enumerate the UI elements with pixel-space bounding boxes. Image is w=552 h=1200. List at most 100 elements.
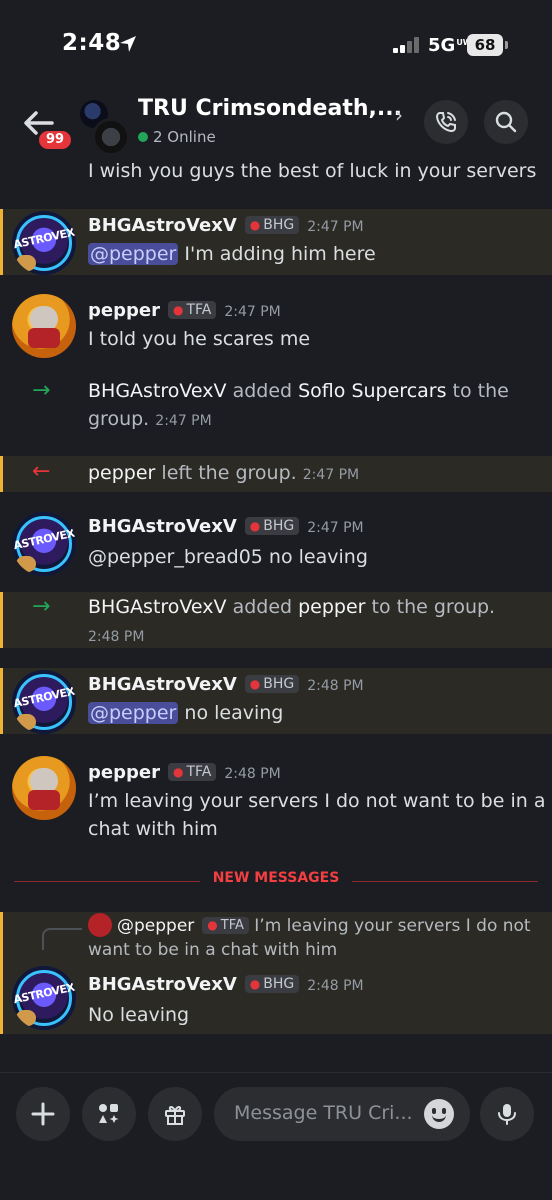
message-text: @pepper no leaving: [88, 702, 284, 724]
group-avatar-secondary: [92, 118, 130, 156]
channel-title[interactable]: TRU Crimsondeath,...: [138, 96, 402, 121]
system-text: BHGAstroVexV added pepper to the group.: [88, 596, 496, 618]
message-row[interactable]: ASTROVEX BHGAstroVexV ● BHG 2:48 PM @pepper…: [0, 668, 552, 734]
apps-icon: [99, 1104, 119, 1123]
network-indicator: 5GUW: [428, 35, 472, 56]
message-timestamp: 2:47 PM: [302, 467, 360, 483]
join-arrow-icon: →: [32, 594, 51, 619]
user-avatar[interactable]: ASTROVEX: [12, 512, 76, 576]
user-avatar[interactable]: ASTROVEX: [12, 670, 76, 734]
message-timestamp: 2:48 PM: [307, 678, 364, 694]
message-timestamp: 2:48 PM: [88, 629, 145, 645]
message-input[interactable]: Message TRU Cri...: [214, 1087, 470, 1141]
battery-indicator: 68: [467, 34, 503, 56]
clan-tag: ● TFA: [202, 917, 249, 934]
status-time: 2:48: [62, 30, 122, 56]
message-author: BHGAstroVexV ● BHG 2:48 PM: [88, 974, 364, 995]
reply-message-row[interactable]: @pepper ● TFA I’m leaving your servers I d…: [0, 912, 552, 1034]
user-avatar[interactable]: ASTROVEX: [12, 966, 76, 1030]
apps-button[interactable]: [82, 1087, 136, 1141]
message-timestamp: 2:47 PM: [224, 304, 281, 320]
online-dot-icon: [138, 132, 148, 142]
message-timestamp: 2:47 PM: [307, 219, 364, 235]
clan-tag: ● BHG: [244, 517, 300, 535]
user-avatar[interactable]: [12, 756, 76, 820]
message-continuation[interactable]: I wish you guys the best of luck in your…: [0, 152, 552, 192]
message-row[interactable]: ASTROVEX BHGAstroVexV ● BHG 2:47 PM @pepper…: [0, 510, 552, 580]
message-row[interactable]: pepper ● TFA 2:47 PM I told you he scares m…: [0, 292, 552, 362]
message-author: BHGAstroVexV ● BHG 2:48 PM: [88, 674, 364, 695]
clan-tag: ● BHG: [244, 216, 300, 234]
bull-icon: ●: [249, 519, 261, 533]
clan-tag: ● TFA: [167, 763, 217, 781]
clan-tag: ● TFA: [167, 301, 217, 319]
message-timestamp: 2:48 PM: [307, 978, 364, 994]
microphone-icon: [498, 1104, 516, 1125]
flame-icon: ●: [207, 918, 218, 932]
system-message-join[interactable]: → BHGAstroVexV added pepper to the group…: [0, 592, 552, 648]
reply-preview-line2: want to be in a chat with him: [88, 940, 338, 960]
leave-arrow-icon: ←: [32, 459, 51, 484]
bull-icon: ●: [249, 977, 261, 991]
join-arrow-icon: →: [32, 378, 51, 403]
message-row[interactable]: pepper ● TFA 2:48 PM I’m leaving your serve…: [0, 754, 552, 854]
battery-tip-icon: [505, 41, 508, 49]
system-text: BHGAstroVexV added Soflo Supercars to th…: [88, 380, 509, 402]
message-input-placeholder: Message TRU Cri...: [234, 1102, 413, 1124]
reply-avatar: [88, 913, 112, 937]
message-text: I wish you guys the best of luck in your…: [88, 160, 537, 182]
message-author: BHGAstroVexV ● BHG 2:47 PM: [88, 215, 364, 236]
system-text-line2: group. 2:47 PM: [88, 408, 212, 430]
call-button[interactable]: [424, 100, 468, 144]
message-text: No leaving: [88, 1004, 190, 1026]
message-text: @pepper I'm adding him here: [88, 243, 376, 265]
gift-button[interactable]: [148, 1087, 202, 1141]
message-text: @pepper_bread05 no leaving: [88, 546, 368, 568]
new-messages-divider: NEW MESSAGES: [14, 870, 538, 892]
bull-icon: ●: [249, 677, 261, 691]
user-avatar[interactable]: [12, 294, 76, 358]
channel-header: 99 TRU Crimsondeath,... › 2 Online: [0, 90, 552, 160]
flame-icon: ●: [172, 765, 184, 779]
message-text-line2: chat with him: [88, 818, 218, 840]
phone-call-icon: [435, 112, 456, 133]
message-timestamp: 2:47 PM: [307, 520, 364, 536]
message-author: BHGAstroVexV ● BHG 2:47 PM: [88, 516, 364, 537]
composer-bar: Message TRU Cri...: [0, 1072, 552, 1200]
message-row[interactable]: ASTROVEX BHGAstroVexV ● BHG 2:47 PM @pepper…: [0, 209, 552, 275]
cellular-signal-icon: [393, 37, 419, 53]
system-message-leave[interactable]: ← pepper left the group. 2:47 PM: [0, 456, 552, 492]
search-icon: [495, 111, 517, 133]
message-timestamp: 2:47 PM: [155, 413, 212, 429]
clan-tag: ● BHG: [244, 975, 300, 993]
user-mention[interactable]: @pepper: [88, 243, 179, 265]
message-author: pepper ● TFA 2:48 PM: [88, 762, 281, 783]
user-avatar[interactable]: ASTROVEX: [12, 211, 76, 275]
online-status: 2 Online: [138, 128, 216, 146]
unread-badge: 99: [36, 128, 75, 152]
chevron-right-icon[interactable]: ›: [395, 103, 403, 127]
message-list[interactable]: I wish you guys the best of luck in your…: [0, 152, 552, 1067]
status-bar: 2:48 5GUW 68: [0, 0, 552, 90]
plus-icon: [31, 1102, 55, 1126]
bull-icon: ●: [249, 218, 261, 232]
user-mention[interactable]: @pepper: [88, 702, 179, 724]
system-message-join[interactable]: → BHGAstroVexV added Soflo Supercars to …: [0, 374, 552, 438]
flame-icon: ●: [172, 303, 184, 317]
message-text: I’m leaving your servers I do not want t…: [88, 790, 546, 812]
reply-connector: [42, 928, 82, 950]
message-text: I told you he scares me: [88, 328, 311, 350]
system-text: pepper left the group. 2:47 PM: [88, 462, 360, 484]
emoji-icon[interactable]: [424, 1099, 454, 1129]
gift-icon: [165, 1105, 185, 1125]
clan-tag: ● BHG: [244, 675, 300, 693]
system-text-line2: 2:48 PM: [88, 624, 144, 646]
search-button[interactable]: [484, 100, 528, 144]
message-author: pepper ● TFA 2:47 PM: [88, 300, 281, 321]
reply-preview[interactable]: @pepper ● TFA I’m leaving your servers I d…: [117, 916, 531, 936]
message-timestamp: 2:48 PM: [224, 766, 281, 782]
add-attachment-button[interactable]: [16, 1087, 70, 1141]
voice-message-button[interactable]: [480, 1087, 534, 1141]
group-avatar[interactable]: [78, 98, 134, 156]
location-arrow-icon: [120, 36, 136, 52]
